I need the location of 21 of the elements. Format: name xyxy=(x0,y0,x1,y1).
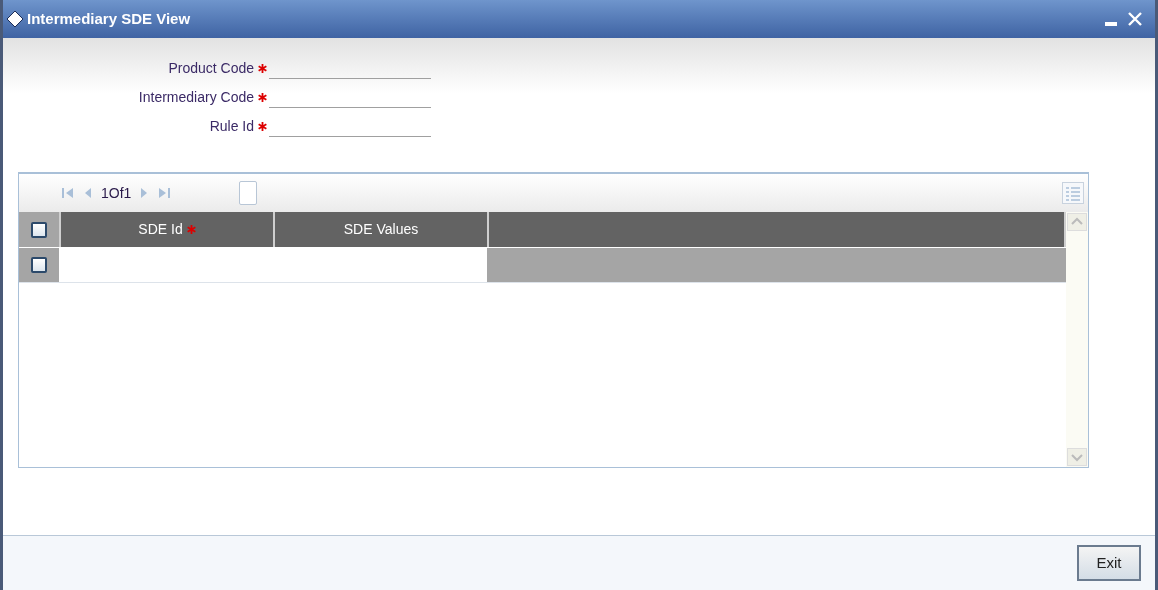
window-title: Intermediary SDE View xyxy=(27,8,191,29)
minimize-icon[interactable] xyxy=(1105,21,1117,27)
field-label: Rule Id xyxy=(209,117,254,136)
checkbox[interactable] xyxy=(31,257,47,273)
page-input[interactable] xyxy=(239,181,258,205)
list-icon[interactable] xyxy=(1062,182,1084,204)
close-icon[interactable] xyxy=(1127,11,1143,27)
exit-button[interactable]: Exit xyxy=(1077,545,1141,581)
previous-page-icon[interactable] xyxy=(83,186,93,200)
column-header[interactable]: SDE Values xyxy=(275,212,487,247)
first-page-icon[interactable] xyxy=(61,186,75,200)
last-page-icon[interactable] xyxy=(157,186,172,200)
diamond-icon xyxy=(6,10,24,28)
scroll-down-icon[interactable] xyxy=(1067,448,1087,466)
page-indicator: 1Of1 xyxy=(101,183,132,203)
scroll-up-icon[interactable] xyxy=(1067,213,1087,231)
column-header[interactable]: SDE Id xyxy=(61,212,273,247)
scrollbar[interactable] xyxy=(1066,212,1088,467)
field-label: Product Code xyxy=(168,59,254,78)
field-label: Intermediary Code xyxy=(138,88,254,107)
checkbox[interactable] xyxy=(31,221,47,238)
